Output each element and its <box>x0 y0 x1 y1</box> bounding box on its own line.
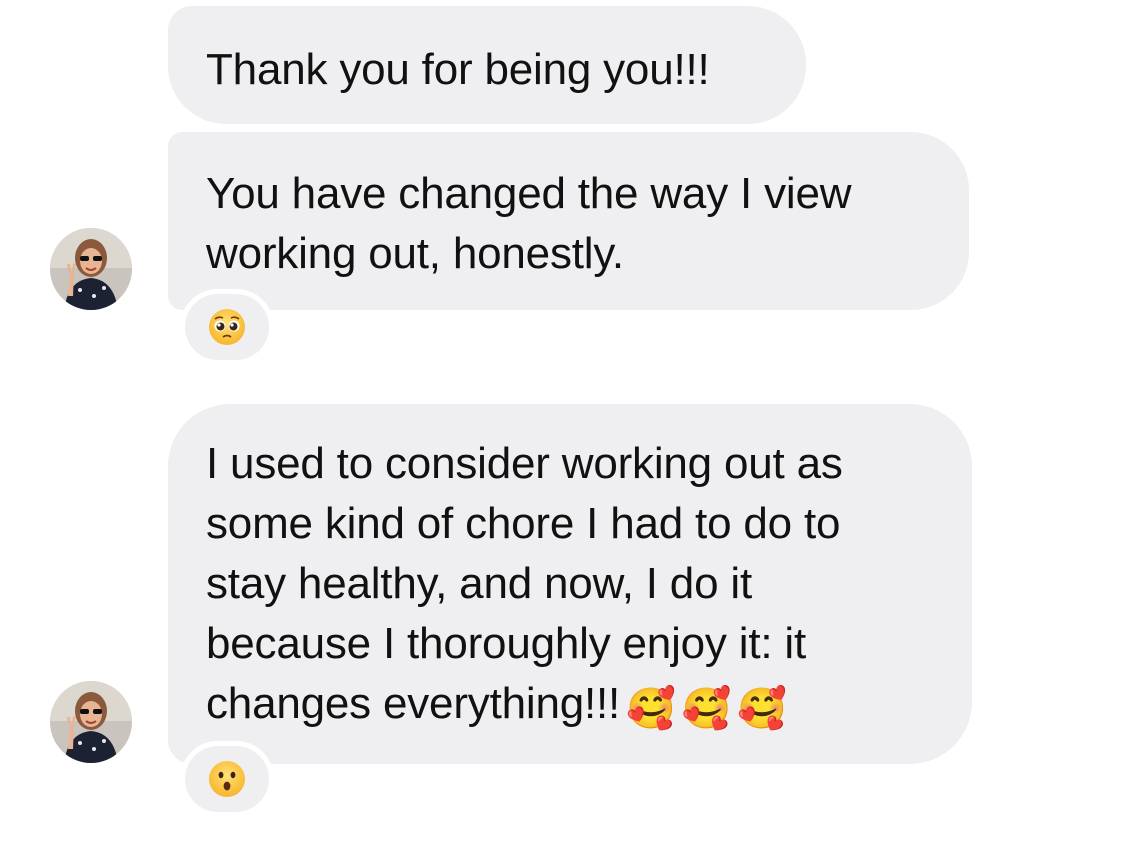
sender-avatar[interactable] <box>50 228 132 310</box>
message-bubble-2[interactable]: You have changed the way I view working … <box>168 132 969 310</box>
smiling-face-with-hearts-icon: 🥰 <box>737 687 787 731</box>
smiling-face-with-hearts-icon: 🥰 <box>626 687 676 731</box>
surprised-face-icon <box>209 761 245 797</box>
message-text-line: stay healthy, and now, I do it <box>206 559 752 608</box>
avatar-photo <box>50 681 132 763</box>
message-text-line-with-emojis: changes everything!!! 🥰 🥰 🥰 <box>206 674 972 739</box>
message-text-line: Thank you for being you!!! <box>206 45 710 94</box>
smiling-face-with-hearts-icon: 🥰 <box>681 687 732 731</box>
message-text-line: changes everything!!! <box>206 679 621 728</box>
message-bubble-1[interactable]: Thank you for being you!!! <box>168 6 806 124</box>
reaction-pleading-face[interactable] <box>180 289 274 365</box>
message-text-line: because I thoroughly enjoy it: it <box>206 619 806 668</box>
message-text-line: working out, honestly. <box>206 229 624 278</box>
message-bubble-3[interactable]: I used to consider working out as some k… <box>168 404 972 764</box>
pleading-face-icon <box>209 309 245 345</box>
message-text-line: You have changed the way I view <box>206 169 852 218</box>
avatar-photo <box>50 228 132 310</box>
reaction-surprised-face[interactable] <box>180 741 274 817</box>
message-text-line: I used to consider working out as <box>206 439 843 488</box>
sender-avatar[interactable] <box>50 681 132 763</box>
message-text-line: some kind of chore I had to do to <box>206 499 841 548</box>
